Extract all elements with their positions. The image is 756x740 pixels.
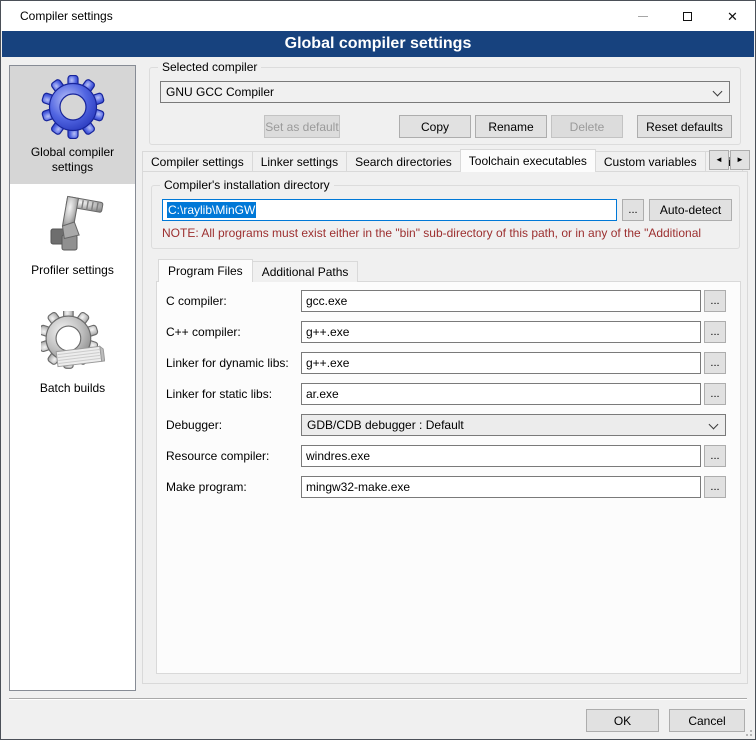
compiler-settings-dialog: Compiler settings ✕ Global compiler sett…: [0, 0, 756, 740]
browse-make-program-button[interactable]: ...: [704, 476, 726, 498]
blue-gear-icon: [41, 75, 105, 139]
browse-directory-button[interactable]: ...: [622, 199, 644, 221]
field-row-dynamic-linker: Linker for dynamic libs: g++.exe ...: [166, 352, 728, 374]
tab-custom-variables[interactable]: Custom variables: [595, 151, 706, 172]
field-value: g++.exe: [306, 356, 349, 370]
maximize-button[interactable]: [665, 1, 710, 31]
tab-scroll-right-button[interactable]: ►: [730, 150, 750, 170]
chevron-down-icon: [709, 420, 719, 430]
tab-toolchain-executables[interactable]: Toolchain executables: [460, 149, 596, 172]
caliper-icon: [41, 193, 105, 257]
installation-directory-group: Compiler's installation directory C:\ray…: [151, 185, 740, 249]
browse-dynamic-linker-button[interactable]: ...: [704, 352, 726, 374]
chevron-down-icon: [713, 87, 723, 97]
cancel-button[interactable]: Cancel: [669, 709, 745, 732]
paths-subtabs: Program Files Additional Paths: [158, 259, 358, 282]
field-value: gcc.exe: [306, 294, 347, 308]
settings-tabs: Compiler settings Linker settings Search…: [142, 149, 743, 172]
sidebar-item-label: Profiler settings: [21, 263, 125, 278]
ok-button[interactable]: OK: [586, 709, 659, 732]
subtab-program-files[interactable]: Program Files: [158, 259, 253, 282]
close-button[interactable]: ✕: [710, 1, 755, 31]
dynamic-linker-input[interactable]: g++.exe: [301, 352, 701, 374]
selected-compiler-group: Selected compiler GNU GCC Compiler Set a…: [149, 67, 741, 145]
installation-note: NOTE: All programs must exist either in …: [162, 226, 735, 240]
field-label: Make program:: [166, 476, 299, 498]
resource-compiler-input[interactable]: windres.exe: [301, 445, 701, 467]
window-title: Compiler settings: [1, 9, 113, 23]
group-label: Compiler's installation directory: [160, 178, 334, 192]
debugger-select[interactable]: GDB/CDB debugger : Default: [301, 414, 726, 436]
field-value: ar.exe: [306, 387, 339, 401]
title-bar[interactable]: Compiler settings ✕: [1, 1, 755, 31]
sidebar-item-label: Batch builds: [21, 381, 125, 396]
field-label: Resource compiler:: [166, 445, 299, 467]
field-label: C++ compiler:: [166, 321, 299, 343]
browse-static-linker-button[interactable]: ...: [704, 383, 726, 405]
tab-scroll-left-button[interactable]: ◄: [709, 150, 729, 170]
field-row-cpp-compiler: C++ compiler: g++.exe ...: [166, 321, 728, 343]
browse-c-compiler-button[interactable]: ...: [704, 290, 726, 312]
sidebar-item-global-compiler-settings[interactable]: Global compiler settings: [10, 66, 135, 184]
field-row-c-compiler: C compiler: gcc.exe ...: [166, 290, 728, 312]
cpp-compiler-input[interactable]: g++.exe: [301, 321, 701, 343]
field-row-static-linker: Linker for static libs: ar.exe ...: [166, 383, 728, 405]
maximize-icon: [683, 12, 692, 21]
selected-text: C:\raylib\MinGW: [167, 202, 256, 218]
resize-grip[interactable]: [742, 726, 752, 736]
installation-directory-input[interactable]: C:\raylib\MinGW: [162, 199, 617, 221]
field-label: Linker for dynamic libs:: [166, 352, 299, 374]
field-label: Debugger:: [166, 414, 299, 436]
field-label: C compiler:: [166, 290, 299, 312]
caption-buttons: ✕: [620, 1, 755, 31]
group-label: Selected compiler: [158, 60, 261, 74]
page-title: Global compiler settings: [2, 31, 754, 57]
batch-builds-icon: [41, 311, 105, 375]
close-icon: ✕: [727, 10, 738, 23]
set-as-default-button[interactable]: Set as default: [264, 115, 340, 138]
field-label: Linker for static libs:: [166, 383, 299, 405]
field-row-resource-compiler: Resource compiler: windres.exe ...: [166, 445, 728, 467]
minimize-button[interactable]: [620, 1, 665, 31]
delete-button[interactable]: Delete: [551, 115, 623, 138]
reset-defaults-button[interactable]: Reset defaults: [637, 115, 732, 138]
sidebar-item-batch-builds[interactable]: Batch builds: [10, 302, 135, 420]
make-program-input[interactable]: mingw32-make.exe: [301, 476, 701, 498]
debugger-select-value: GDB/CDB debugger : Default: [307, 418, 464, 432]
settings-category-list: Global compiler settings Profiler settin…: [9, 65, 136, 691]
browse-resource-compiler-button[interactable]: ...: [704, 445, 726, 467]
c-compiler-input[interactable]: gcc.exe: [301, 290, 701, 312]
static-linker-input[interactable]: ar.exe: [301, 383, 701, 405]
compiler-select[interactable]: GNU GCC Compiler: [160, 81, 730, 103]
copy-button[interactable]: Copy: [399, 115, 471, 138]
minimize-icon: [638, 16, 648, 17]
sidebar-item-label: Global compiler settings: [21, 145, 125, 175]
field-value: mingw32-make.exe: [306, 480, 410, 494]
rename-button[interactable]: Rename: [475, 115, 547, 138]
tab-linker-settings[interactable]: Linker settings: [252, 151, 347, 172]
browse-cpp-compiler-button[interactable]: ...: [704, 321, 726, 343]
field-row-debugger: Debugger: GDB/CDB debugger : Default: [166, 414, 728, 436]
field-row-make-program: Make program: mingw32-make.exe ...: [166, 476, 728, 498]
field-value: windres.exe: [306, 449, 370, 463]
sidebar-item-profiler-settings[interactable]: Profiler settings: [10, 184, 135, 302]
auto-detect-button[interactable]: Auto-detect: [649, 199, 732, 221]
compiler-actions: Set as default Copy Rename Delete Reset …: [160, 115, 732, 138]
tab-compiler-settings[interactable]: Compiler settings: [142, 151, 253, 172]
compiler-select-value: GNU GCC Compiler: [166, 85, 274, 99]
tab-search-directories[interactable]: Search directories: [346, 151, 461, 172]
subtab-additional-paths[interactable]: Additional Paths: [252, 261, 359, 282]
footer-divider: [9, 698, 747, 700]
field-value: g++.exe: [306, 325, 349, 339]
